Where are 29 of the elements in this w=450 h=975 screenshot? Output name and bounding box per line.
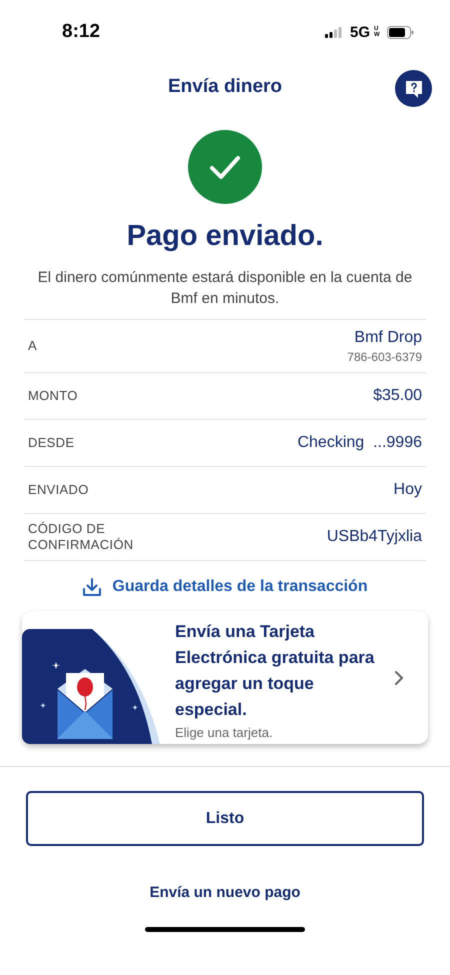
- done-button[interactable]: Listo: [26, 791, 424, 846]
- detail-label: ENVIADO: [28, 482, 90, 498]
- detail-value: Bmf Drop: [354, 328, 422, 346]
- promo-title: Envía una Tarjeta Electrónica gratuita para agregar un toque especial.: [175, 621, 376, 721]
- promo-card[interactable]: Envía una Tarjeta Electrónica gratuita para agregar un toque especial. Elige una tarjeta.: [22, 611, 428, 744]
- detail-value: USBb4Tyjxlia: [326, 528, 422, 546]
- new-payment-link[interactable]: Envía un nuevo pago: [146, 882, 304, 903]
- detail-subvalue: 786-603-6379: [347, 350, 422, 364]
- battery-icon: [387, 26, 414, 38]
- help-button[interactable]: [395, 70, 432, 107]
- detail-label: DESDE: [28, 435, 76, 451]
- promo-subtitle: Elige una tarjeta.: [175, 725, 274, 740]
- detail-label: MONTO: [28, 388, 79, 404]
- success-check-icon: [188, 130, 262, 204]
- chevron-right-icon: [394, 670, 404, 686]
- download-icon: [82, 577, 102, 597]
- detail-label: CÓDIGO DE CONFIRMACIÓN: [28, 521, 134, 553]
- help-chat-icon: [404, 78, 424, 98]
- signal-icon: [324, 26, 342, 38]
- page-title: Envía dinero: [168, 76, 282, 98]
- status-time: 8:12: [62, 21, 100, 43]
- result-message: El dinero comúnmente estará disponible en la cuenta de Bmf en minutos.: [36, 268, 414, 309]
- detail-value: $35.00: [373, 387, 422, 405]
- detail-value: Hoy: [394, 481, 422, 499]
- result-heading: Pago enviado.: [126, 220, 324, 253]
- save-details-link[interactable]: Guarda detalles de la transacción: [78, 575, 372, 599]
- detail-value: Checking ...9996: [297, 434, 422, 452]
- detail-label: A: [28, 338, 38, 354]
- network-label: 5G: [350, 24, 370, 40]
